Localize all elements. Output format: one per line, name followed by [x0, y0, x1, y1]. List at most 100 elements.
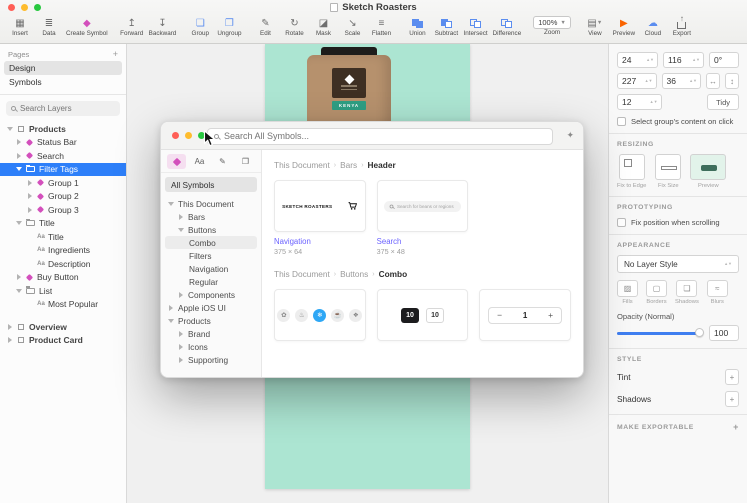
layer-row-description[interactable]: Aa Description: [0, 257, 126, 271]
layer-row-overview[interactable]: Overview: [0, 320, 126, 334]
fullscreen-button[interactable]: [198, 132, 205, 139]
toolbar-edit-button[interactable]: ✎ Edit: [251, 16, 279, 38]
symbol-search-input[interactable]: [224, 131, 546, 141]
add-export-icon[interactable]: +: [733, 422, 739, 432]
fix-position-option[interactable]: Fix position when scrolling: [617, 218, 739, 227]
toolbar-cloud-button[interactable]: ☁ Cloud: [639, 16, 667, 38]
tree-buttons[interactable]: Buttons: [165, 223, 257, 236]
symbol-card-navigation[interactable]: SKETCH ROASTERS: [274, 180, 366, 232]
toolbar-view-button[interactable]: ▤ ▼ View: [581, 16, 609, 38]
opacity-slider-knob[interactable]: [695, 328, 704, 337]
symbol-window-titlebar[interactable]: ✦: [161, 122, 583, 150]
zoom-level-dropdown[interactable]: 100% ▼: [533, 16, 571, 29]
toolbar-export-button[interactable]: Export: [668, 14, 696, 37]
flip-vertical-button[interactable]: ↕: [725, 73, 739, 89]
tree-products[interactable]: Products: [165, 314, 257, 327]
toolbar-rotate-button[interactable]: ↻ Rotate: [280, 16, 308, 38]
shadows-button[interactable]: ❏: [676, 280, 698, 297]
tab-layer-styles[interactable]: ✎: [213, 154, 232, 169]
layer-row-products[interactable]: Products: [0, 122, 126, 136]
rotation-field[interactable]: [709, 52, 739, 68]
checkbox[interactable]: [617, 117, 626, 126]
opacity-slider[interactable]: [617, 328, 704, 337]
minimize-button[interactable]: [21, 4, 28, 11]
toolbar-intersect-button[interactable]: Intersect: [461, 16, 489, 37]
page-item-symbols[interactable]: Symbols: [4, 75, 122, 89]
tree-regular[interactable]: Regular: [165, 275, 257, 288]
toolbar-subtract-button[interactable]: Subtract: [432, 16, 460, 37]
opacity-value-field[interactable]: [709, 325, 739, 341]
toolbar-zoom-control[interactable]: 100% ▼ Zoom: [531, 16, 573, 36]
x-position-field[interactable]: ▲▼: [617, 52, 658, 68]
add-tint-button[interactable]: +: [725, 369, 739, 385]
tree-brand[interactable]: Brand: [165, 327, 257, 340]
all-symbols-item[interactable]: All Symbols: [165, 177, 257, 192]
corner-radius-field[interactable]: ▲▼: [617, 94, 662, 110]
pin-to-edge-control[interactable]: [618, 154, 645, 180]
symbol-card-toggle[interactable]: 10 10: [376, 289, 469, 341]
tree-filters[interactable]: Filters: [165, 249, 257, 262]
stepper-arrows-icon[interactable]: ▲▼: [646, 58, 654, 62]
checkbox[interactable]: [617, 218, 626, 227]
layer-row-title-group[interactable]: Title: [0, 217, 126, 231]
layer-row-group-1[interactable]: Group 1: [0, 176, 126, 190]
symbol-card-filters[interactable]: ✿ ♨ ❄ ☕ ❖: [274, 289, 366, 341]
tree-components[interactable]: Components: [165, 288, 257, 301]
layer-row-title-text[interactable]: Aa Title: [0, 230, 126, 244]
page-item-design[interactable]: Design: [4, 61, 122, 75]
toolbar-data-button[interactable]: ≣ Data: [35, 16, 63, 38]
layer-search-field[interactable]: [6, 101, 120, 116]
fix-size-control[interactable]: [655, 154, 682, 180]
tree-icons[interactable]: Icons: [165, 340, 257, 353]
symbol-card-stepper[interactable]: − 1 +: [479, 289, 571, 341]
toolbar-scale-button[interactable]: ↘ Scale: [338, 16, 366, 38]
layer-row-product-card[interactable]: Product Card: [0, 334, 126, 348]
symbol-search-field[interactable]: [207, 127, 553, 145]
layer-row-most-popular[interactable]: Aa Most Popular: [0, 298, 126, 312]
tree-combo[interactable]: Combo: [165, 236, 257, 249]
fills-button[interactable]: ▨: [617, 280, 638, 297]
close-button[interactable]: [8, 4, 15, 11]
tree-this-document[interactable]: This Document: [165, 197, 257, 210]
layer-row-ingredients[interactable]: Aa Ingredients: [0, 244, 126, 258]
tab-components[interactable]: ❐: [236, 154, 255, 169]
layer-row-buy-button[interactable]: Buy Button: [0, 271, 126, 285]
window-options-icon[interactable]: ✦: [566, 130, 574, 141]
layer-row-group-3[interactable]: Group 3: [0, 203, 126, 217]
toolbar-mask-button[interactable]: ◪ Mask: [309, 16, 337, 38]
toolbar-union-button[interactable]: Union: [403, 16, 431, 37]
tree-supporting[interactable]: Supporting: [165, 353, 257, 366]
stepper-arrows-icon[interactable]: ▲▼: [692, 58, 700, 62]
flip-horizontal-button[interactable]: ↔: [706, 73, 720, 89]
tidy-button[interactable]: Tidy: [707, 94, 740, 110]
toolbar-ungroup-button[interactable]: ❐ Ungroup: [215, 16, 243, 38]
toolbar-group-button[interactable]: ❏ Group: [186, 16, 214, 38]
stepper-arrows-icon[interactable]: ▲▼: [689, 79, 697, 83]
blurs-button[interactable]: ≈: [706, 280, 728, 297]
layer-search-input[interactable]: [20, 104, 115, 113]
toolbar-backward-button[interactable]: ↧ Backward: [147, 16, 179, 38]
symbol-card-search[interactable]: Search for beans or regions: [376, 180, 469, 232]
window-titlebar[interactable]: Sketch Roasters: [0, 0, 747, 15]
fullscreen-button[interactable]: [34, 4, 41, 11]
layer-row-filter-tags[interactable]: Filter Tags: [0, 162, 126, 176]
tree-bars[interactable]: Bars: [165, 210, 257, 223]
tab-text-styles[interactable]: Aa: [190, 154, 209, 169]
height-field[interactable]: ▲▼: [661, 73, 701, 89]
tree-apple-ios-ui[interactable]: Apple iOS UI: [165, 301, 257, 314]
close-button[interactable]: [172, 132, 179, 139]
toolbar-preview-button[interactable]: ▶ Preview: [610, 16, 638, 38]
stepper-arrows-icon[interactable]: ▲▼: [645, 79, 653, 83]
width-field[interactable]: ▲▼: [617, 73, 657, 89]
toolbar-flatten-button[interactable]: ≡ Flatten: [367, 16, 395, 38]
minimize-button[interactable]: [185, 132, 192, 139]
toolbar-difference-button[interactable]: Difference: [491, 16, 524, 37]
tab-symbols[interactable]: [167, 154, 186, 169]
borders-button[interactable]: ▢: [646, 280, 667, 297]
toolbar-create-symbol-button[interactable]: ◆ Create Symbol: [64, 16, 110, 38]
toolbar-forward-button[interactable]: ↥ Forward: [118, 16, 146, 38]
add-page-icon[interactable]: +: [113, 49, 118, 59]
stepper-arrows-icon[interactable]: ▲▼: [650, 100, 658, 104]
tree-navigation[interactable]: Navigation: [165, 262, 257, 275]
layer-row-status-bar[interactable]: Status Bar: [0, 136, 126, 150]
